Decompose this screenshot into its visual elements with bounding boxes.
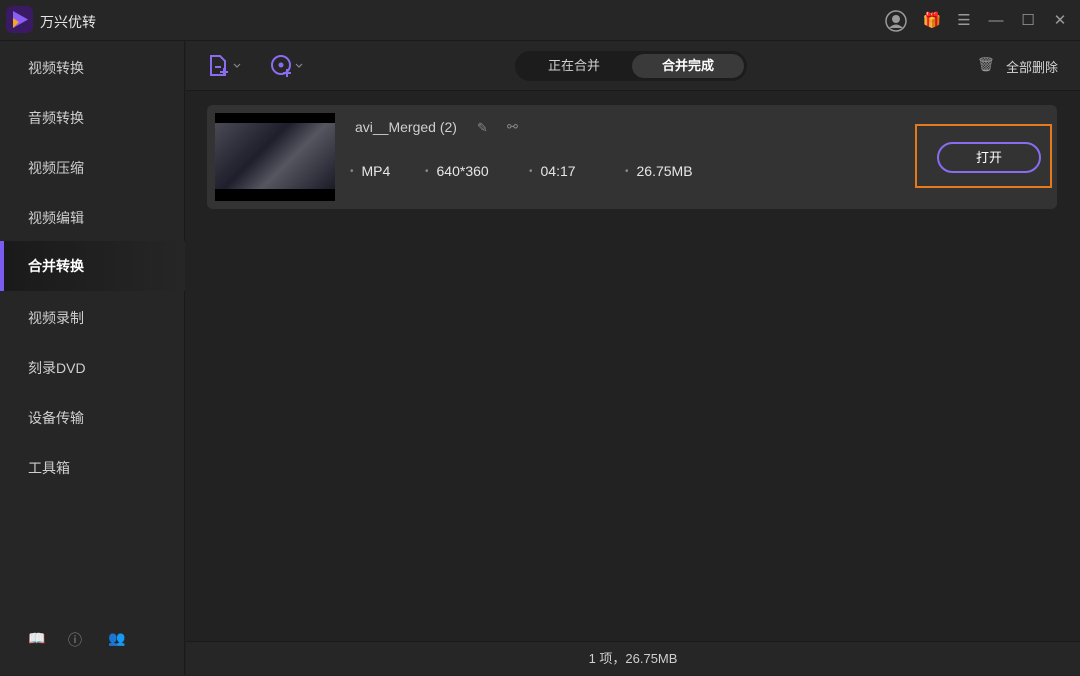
sidebar-item-transfer[interactable]: 设备传输 bbox=[0, 393, 185, 443]
share-icon[interactable]: ⚯ bbox=[507, 119, 518, 135]
sidebar-item-compress[interactable]: 视频压缩 bbox=[0, 143, 185, 193]
status-bar: 1 项，26.75MB bbox=[186, 641, 1080, 675]
video-thumbnail[interactable] bbox=[215, 113, 335, 201]
sidebar-item-record[interactable]: 视频录制 bbox=[0, 293, 185, 343]
toolbar: 正在合并 合并完成 🗑 全部删除 bbox=[186, 41, 1080, 91]
sidebar-item-video-convert[interactable]: 视频转换 bbox=[0, 43, 185, 93]
file-duration: 04:17 bbox=[529, 163, 576, 179]
add-disc-button[interactable] bbox=[270, 54, 306, 83]
sidebar-item-edit[interactable]: 视频编辑 bbox=[0, 193, 185, 243]
delete-all-button[interactable]: 全部删除 bbox=[1006, 57, 1058, 76]
close-icon[interactable]: ✕ bbox=[1049, 10, 1071, 32]
trash-icon[interactable]: 🗑 bbox=[977, 56, 995, 73]
users-icon[interactable]: 👥 bbox=[108, 630, 125, 647]
sidebar: 视频转换 音频转换 视频压缩 视频编辑 合并转换 视频录制 刻录DVD 设备传输… bbox=[0, 41, 185, 675]
help-icon[interactable]: ⓘ bbox=[68, 630, 82, 650]
open-button[interactable]: 打开 bbox=[937, 142, 1041, 173]
app-title: 万兴优转 bbox=[40, 14, 96, 30]
book-icon[interactable]: 📖 bbox=[28, 630, 45, 647]
gift-icon[interactable]: 🎁 bbox=[921, 10, 943, 32]
sidebar-item-audio-convert[interactable]: 音频转换 bbox=[0, 93, 185, 143]
tab-merging[interactable]: 正在合并 bbox=[518, 54, 630, 78]
sidebar-item-dvd[interactable]: 刻录DVD bbox=[0, 343, 185, 393]
sidebar-item-merge[interactable]: 合并转换 bbox=[0, 241, 185, 291]
minimize-icon[interactable]: — bbox=[985, 10, 1007, 32]
merge-tab-switch: 正在合并 合并完成 bbox=[515, 51, 747, 81]
account-icon[interactable] bbox=[885, 10, 907, 32]
file-resolution: 640*360 bbox=[425, 163, 489, 179]
app-logo bbox=[6, 6, 33, 33]
sidebar-item-toolbox[interactable]: 工具箱 bbox=[0, 443, 185, 493]
file-size: 26.75MB bbox=[625, 163, 693, 179]
file-format: MP4 bbox=[350, 163, 391, 179]
file-name: avi__Merged (2) bbox=[355, 119, 457, 135]
tab-merge-done[interactable]: 合并完成 bbox=[632, 54, 744, 78]
edit-name-icon[interactable]: ✎ bbox=[477, 120, 488, 136]
maximize-icon[interactable]: ☐ bbox=[1017, 10, 1039, 32]
menu-icon[interactable]: ☰ bbox=[953, 10, 975, 32]
title-bar: 万兴优转 🎁 ☰ — ☐ ✕ bbox=[0, 0, 1080, 41]
add-file-button[interactable] bbox=[208, 54, 244, 83]
